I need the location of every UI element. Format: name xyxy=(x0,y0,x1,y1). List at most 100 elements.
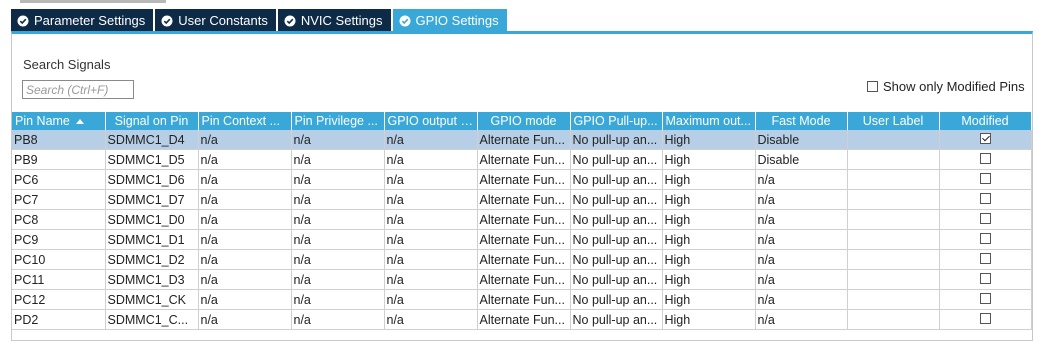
cell-mode[interactable]: Alternate Fun... xyxy=(477,209,571,230)
cell-signal[interactable]: SDMMC1_D0 xyxy=(105,209,199,230)
cell-modified[interactable] xyxy=(939,289,1032,310)
cell-signal[interactable]: SDMMC1_D7 xyxy=(105,189,199,210)
modified-checkbox[interactable] xyxy=(979,132,991,144)
column-header-gpio-output-level[interactable]: GPIO output l... xyxy=(384,112,478,130)
cell-max-speed[interactable]: High xyxy=(662,269,756,290)
cell-output-level[interactable]: n/a xyxy=(384,269,478,290)
column-header-pin-privilege[interactable]: Pin Privilege ... xyxy=(291,112,385,130)
cell-user-label[interactable] xyxy=(847,130,940,150)
cell-signal[interactable]: SDMMC1_D5 xyxy=(105,149,199,170)
cell-pin[interactable]: PC11 xyxy=(12,269,106,290)
column-header-pin-name[interactable]: Pin Name xyxy=(12,112,106,130)
cell-signal[interactable]: SDMMC1_CK xyxy=(105,289,199,310)
cell-pull[interactable]: No pull-up an... xyxy=(570,269,663,290)
modified-checkbox[interactable] xyxy=(979,252,991,264)
cell-fast-mode[interactable]: n/a xyxy=(755,209,848,230)
cell-modified[interactable] xyxy=(939,189,1032,210)
cell-fast-mode[interactable]: n/a xyxy=(755,229,848,250)
cell-mode[interactable]: Alternate Fun... xyxy=(477,130,571,150)
cell-mode[interactable]: Alternate Fun... xyxy=(477,229,571,250)
cell-context[interactable]: n/a xyxy=(198,289,292,310)
tab-gpio-settings[interactable]: GPIO Settings xyxy=(392,9,507,32)
cell-max-speed[interactable]: High xyxy=(662,249,756,270)
cell-modified[interactable] xyxy=(939,209,1032,230)
table-row[interactable]: PC12 SDMMC1_CK n/a n/a n/a Alternate Fun... No… xyxy=(12,289,1032,310)
cell-pin[interactable]: PC9 xyxy=(12,229,106,250)
table-row[interactable]: PC11 SDMMC1_D3 n/a n/a n/a Alternate Fun... No… xyxy=(12,269,1032,290)
cell-privilege[interactable]: n/a xyxy=(291,169,385,190)
cell-mode[interactable]: Alternate Fun... xyxy=(477,189,571,210)
cell-output-level[interactable]: n/a xyxy=(384,189,478,210)
cell-pull[interactable]: No pull-up an... xyxy=(570,130,663,150)
modified-checkbox[interactable] xyxy=(979,212,991,224)
cell-max-speed[interactable]: High xyxy=(662,169,756,190)
column-header-gpio-mode[interactable]: GPIO mode xyxy=(477,112,571,130)
cell-modified[interactable] xyxy=(939,269,1032,290)
table-row[interactable]: PB8 SDMMC1_D4 n/a n/a n/a Alternate Fun... No … xyxy=(12,130,1032,150)
cell-signal[interactable]: SDMMC1_D2 xyxy=(105,249,199,270)
cell-max-speed[interactable]: High xyxy=(662,130,756,150)
cell-max-speed[interactable]: High xyxy=(662,209,756,230)
column-header-user-label[interactable]: User Label xyxy=(847,112,940,130)
cell-pin[interactable]: PC8 xyxy=(12,209,106,230)
cell-pull[interactable]: No pull-up an... xyxy=(570,229,663,250)
cell-user-label[interactable] xyxy=(847,289,940,310)
cell-max-speed[interactable]: High xyxy=(662,189,756,210)
cell-output-level[interactable]: n/a xyxy=(384,249,478,270)
cell-output-level[interactable]: n/a xyxy=(384,149,478,170)
cell-user-label[interactable] xyxy=(847,149,940,170)
table-row[interactable]: PC7 SDMMC1_D7 n/a n/a n/a Alternate Fun... No … xyxy=(12,189,1032,210)
modified-checkbox[interactable] xyxy=(979,152,991,164)
cell-privilege[interactable]: n/a xyxy=(291,229,385,250)
cell-privilege[interactable]: n/a xyxy=(291,189,385,210)
cell-signal[interactable]: SDMMC1_D4 xyxy=(105,130,199,150)
cell-output-level[interactable]: n/a xyxy=(384,309,478,330)
column-header-pin-context[interactable]: Pin Context ... xyxy=(198,112,292,130)
cell-output-level[interactable]: n/a xyxy=(384,169,478,190)
cell-signal[interactable]: SDMMC1_C... xyxy=(105,309,199,330)
cell-modified[interactable] xyxy=(939,169,1032,190)
cell-context[interactable]: n/a xyxy=(198,169,292,190)
cell-privilege[interactable]: n/a xyxy=(291,130,385,150)
cell-context[interactable]: n/a xyxy=(198,309,292,330)
cell-signal[interactable]: SDMMC1_D3 xyxy=(105,269,199,290)
cell-fast-mode[interactable]: n/a xyxy=(755,189,848,210)
cell-mode[interactable]: Alternate Fun... xyxy=(477,309,571,330)
cell-user-label[interactable] xyxy=(847,249,940,270)
cell-pin[interactable]: PC6 xyxy=(12,169,106,190)
cell-user-label[interactable] xyxy=(847,169,940,190)
cell-mode[interactable]: Alternate Fun... xyxy=(477,269,571,290)
column-header-fast-mode[interactable]: Fast Mode xyxy=(755,112,848,130)
cell-context[interactable]: n/a xyxy=(198,249,292,270)
cell-privilege[interactable]: n/a xyxy=(291,249,385,270)
table-row[interactable]: PC6 SDMMC1_D6 n/a n/a n/a Alternate Fun... No … xyxy=(12,169,1032,190)
cell-context[interactable]: n/a xyxy=(198,149,292,170)
cell-pin[interactable]: PB9 xyxy=(12,149,106,170)
cell-mode[interactable]: Alternate Fun... xyxy=(477,249,571,270)
cell-modified[interactable] xyxy=(939,229,1032,250)
cell-pin[interactable]: PC12 xyxy=(12,289,106,310)
cell-output-level[interactable]: n/a xyxy=(384,229,478,250)
cell-user-label[interactable] xyxy=(847,209,940,230)
table-row[interactable]: PD2 SDMMC1_C... n/a n/a n/a Alternate Fun... N… xyxy=(12,309,1032,330)
cell-user-label[interactable] xyxy=(847,229,940,250)
cell-privilege[interactable]: n/a xyxy=(291,289,385,310)
column-header-maximum-output-speed[interactable]: Maximum out... xyxy=(662,112,756,130)
cell-output-level[interactable]: n/a xyxy=(384,130,478,150)
cell-pull[interactable]: No pull-up an... xyxy=(570,289,663,310)
cell-mode[interactable]: Alternate Fun... xyxy=(477,169,571,190)
cell-modified[interactable] xyxy=(939,249,1032,270)
cell-pin[interactable]: PB8 xyxy=(12,130,106,150)
cell-mode[interactable]: Alternate Fun... xyxy=(477,289,571,310)
cell-max-speed[interactable]: High xyxy=(662,289,756,310)
cell-pin[interactable]: PC10 xyxy=(12,249,106,270)
cell-privilege[interactable]: n/a xyxy=(291,309,385,330)
cell-fast-mode[interactable]: Disable xyxy=(755,149,848,170)
show-only-modified-toggle[interactable]: Show only Modified Pins xyxy=(867,79,1025,94)
cell-context[interactable]: n/a xyxy=(198,189,292,210)
table-row[interactable]: PC8 SDMMC1_D0 n/a n/a n/a Alternate Fun... No … xyxy=(12,209,1032,230)
table-row[interactable]: PC10 SDMMC1_D2 n/a n/a n/a Alternate Fun... No… xyxy=(12,249,1032,270)
column-header-modified[interactable]: Modified xyxy=(939,112,1032,130)
cell-pull[interactable]: No pull-up an... xyxy=(570,149,663,170)
cell-privilege[interactable]: n/a xyxy=(291,209,385,230)
